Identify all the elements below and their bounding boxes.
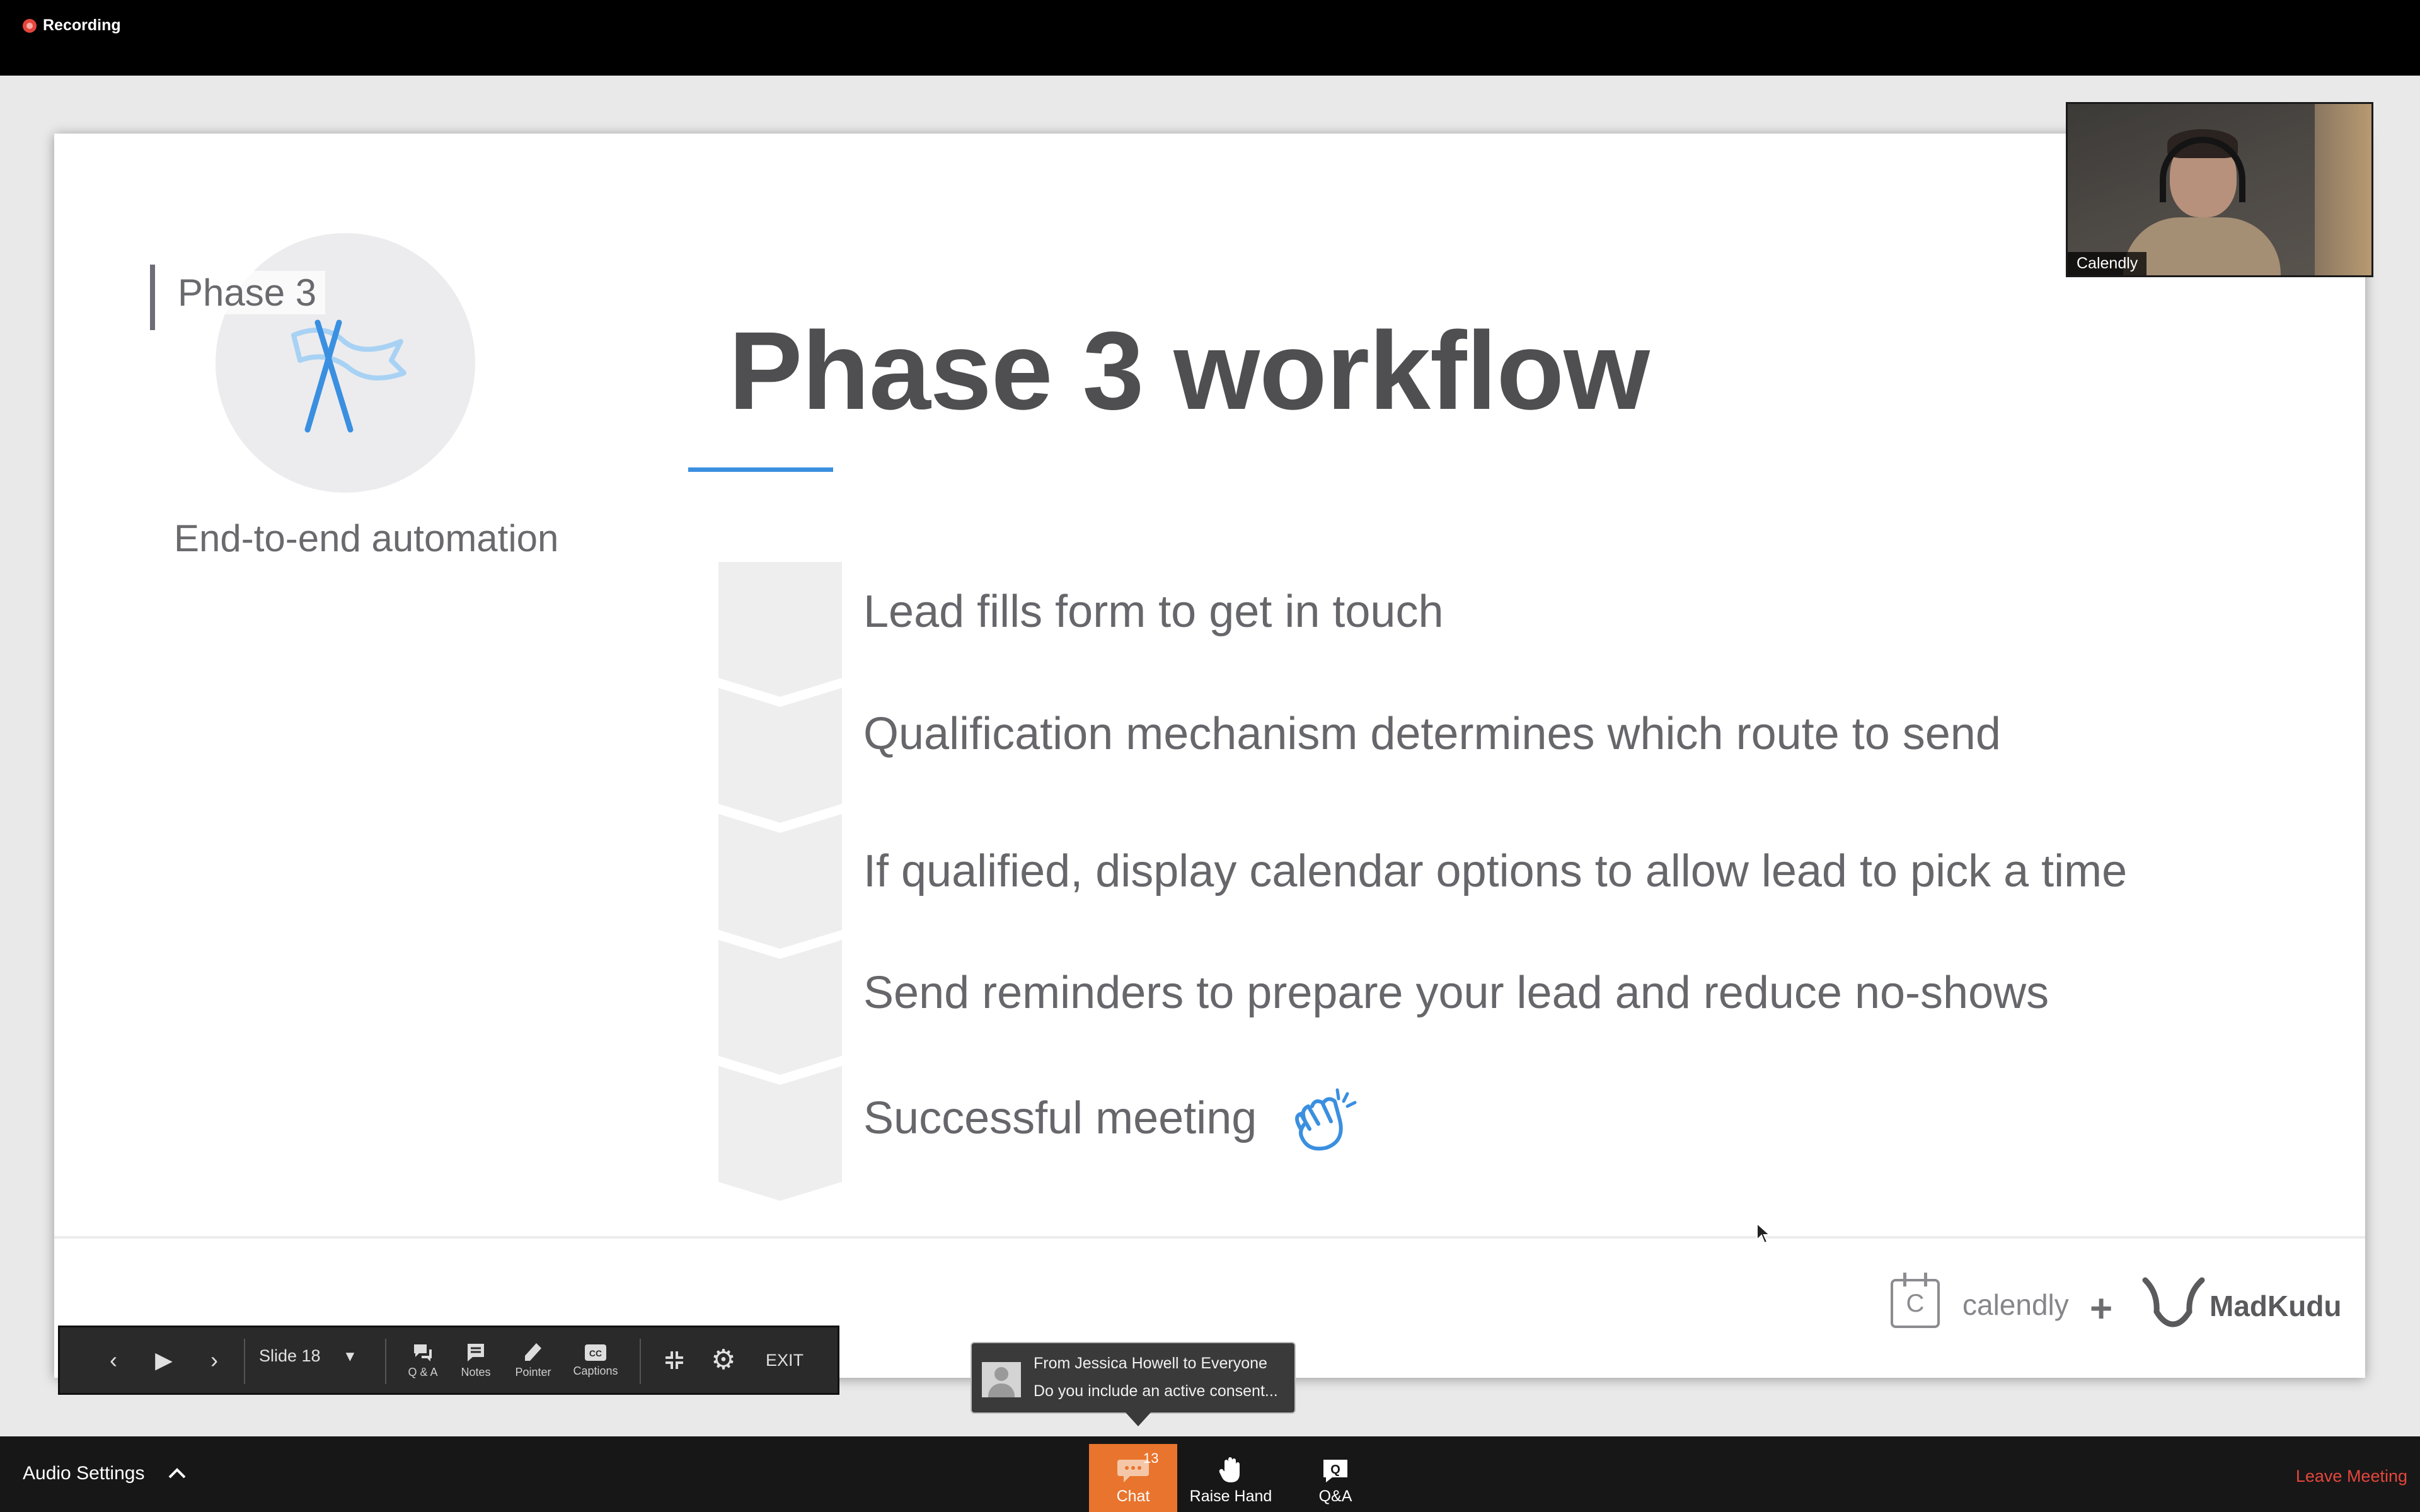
calendly-logo-icon: C	[1891, 1273, 1940, 1328]
qa-button-label: Q & A	[408, 1365, 438, 1378]
workflow-step-5: Successful meeting	[863, 1093, 1257, 1143]
captions-button-label: Captions	[573, 1364, 618, 1377]
exit-presentation-button[interactable]: EXIT	[753, 1327, 816, 1393]
toolbar-divider	[640, 1339, 641, 1384]
mouse-cursor-icon	[1756, 1222, 1772, 1244]
workflow-step-3: If qualified, display calendar options t…	[863, 846, 2128, 896]
chevron-up-icon	[169, 1468, 186, 1479]
step-chevron	[718, 562, 842, 697]
notes-button-label: Notes	[461, 1365, 491, 1378]
chat-sender: From Jessica Howell to Everyone	[1034, 1354, 1267, 1372]
madkudu-antlers-icon	[2142, 1277, 2205, 1327]
slide-title: Phase 3 workflow	[729, 309, 1650, 433]
workflow-step-4: Send reminders to prepare your lead and …	[863, 968, 2049, 1018]
qa-button[interactable]: Q & A	[398, 1327, 448, 1393]
video-background-window	[2315, 104, 2371, 275]
presenter-toolbar: ‹ ▶ › Slide 18 ▾ Q & A Notes Pointer CC …	[58, 1326, 839, 1395]
qa-panel-label: Q&A	[1318, 1487, 1352, 1505]
recording-label: Recording	[43, 16, 121, 34]
raise-hand-button[interactable]: Raise Hand	[1187, 1445, 1275, 1512]
pointer-button[interactable]: Pointer	[505, 1327, 562, 1393]
chat-unread-count: 13	[1143, 1450, 1159, 1466]
caret-down-icon: ▾	[345, 1346, 355, 1365]
meeting-controls-bar: Audio Settings 13 Chat Raise Hand Q Q&A …	[0, 1436, 2420, 1512]
video-participant-body	[2123, 217, 2281, 275]
participant-video[interactable]: Calendly	[2066, 102, 2373, 277]
next-slide-button[interactable]: ›	[192, 1327, 236, 1393]
notes-button[interactable]: Notes	[451, 1327, 501, 1393]
qa-icon: Q	[1323, 1460, 1347, 1482]
step-chevron	[718, 1066, 842, 1201]
notes-icon	[468, 1343, 484, 1361]
toolbar-divider	[244, 1339, 245, 1384]
title-underline	[688, 467, 833, 472]
calendly-logo-text: calendly	[1962, 1288, 2069, 1321]
gear-icon: ⚙	[711, 1344, 736, 1375]
speech-bubbles-icon	[414, 1344, 432, 1361]
pointer-button-label: Pointer	[515, 1365, 551, 1378]
exit-label: EXIT	[765, 1350, 804, 1370]
leave-meeting-button[interactable]: Leave Meeting	[2296, 1467, 2407, 1486]
step-chevron	[718, 688, 842, 823]
svg-text:CC: CC	[589, 1348, 602, 1358]
qa-panel-button[interactable]: Q Q&A	[1291, 1445, 1380, 1512]
slide-selector[interactable]: Slide 18 ▾	[259, 1346, 354, 1366]
workflow-step-2: Qualification mechanism determines which…	[863, 709, 2001, 759]
record-icon	[23, 18, 37, 33]
play-button[interactable]: ▶	[142, 1327, 186, 1393]
calendly-icon-letter: C	[1906, 1290, 1925, 1317]
step-chevron	[718, 814, 842, 949]
chat-button[interactable]: 13 Chat	[1089, 1444, 1177, 1512]
avatar	[982, 1362, 1021, 1397]
exit-fullscreen-button[interactable]	[652, 1327, 696, 1393]
chevron-right-icon: ›	[210, 1347, 218, 1373]
audio-settings-button[interactable]: Audio Settings	[23, 1463, 187, 1484]
clapping-hands-icon	[1295, 1088, 1357, 1151]
madkudu-logo-text: MadKudu	[2210, 1290, 2342, 1322]
recording-indicator[interactable]: Recording	[23, 16, 121, 35]
plus-sign: +	[2090, 1287, 2113, 1331]
raise-hand-label: Raise Hand	[1189, 1487, 1272, 1505]
chevron-left-icon: ‹	[110, 1347, 117, 1373]
phase-label: Phase 3	[174, 271, 326, 314]
compress-icon	[666, 1351, 683, 1369]
slide-footer-divider	[54, 1236, 2365, 1239]
raised-hand-icon	[1219, 1457, 1240, 1482]
captions-button[interactable]: CC Captions	[564, 1327, 627, 1393]
laser-pointer-icon	[525, 1343, 541, 1361]
top-bar: Recording	[0, 0, 2420, 76]
previous-slide-button[interactable]: ‹	[91, 1327, 135, 1393]
svg-text:Q: Q	[1330, 1463, 1340, 1477]
participant-name: Calendly	[2068, 252, 2147, 275]
step-chevron	[718, 940, 842, 1075]
audio-settings-label: Audio Settings	[23, 1463, 145, 1484]
chat-label: Chat	[1116, 1487, 1150, 1505]
settings-button[interactable]: ⚙	[701, 1327, 746, 1393]
chat-message-preview: Do you include an active consent...	[1034, 1382, 1278, 1400]
phase-accent-bar	[150, 265, 155, 330]
flag-icon	[291, 319, 406, 433]
chat-notification-toast[interactable]: From Jessica Howell to Everyone Do you i…	[971, 1342, 1296, 1426]
toolbar-divider	[385, 1339, 386, 1384]
captions-icon: CC	[585, 1344, 606, 1361]
workflow-step-1: Lead fills form to get in touch	[863, 587, 1444, 637]
play-icon: ▶	[155, 1347, 173, 1373]
presentation-slide: Phase 3 End-to-end automation Phase 3 wo…	[54, 134, 2365, 1378]
phase-subtitle: End-to-end automation	[174, 517, 559, 559]
slide-number-label: Slide 18	[259, 1346, 321, 1365]
